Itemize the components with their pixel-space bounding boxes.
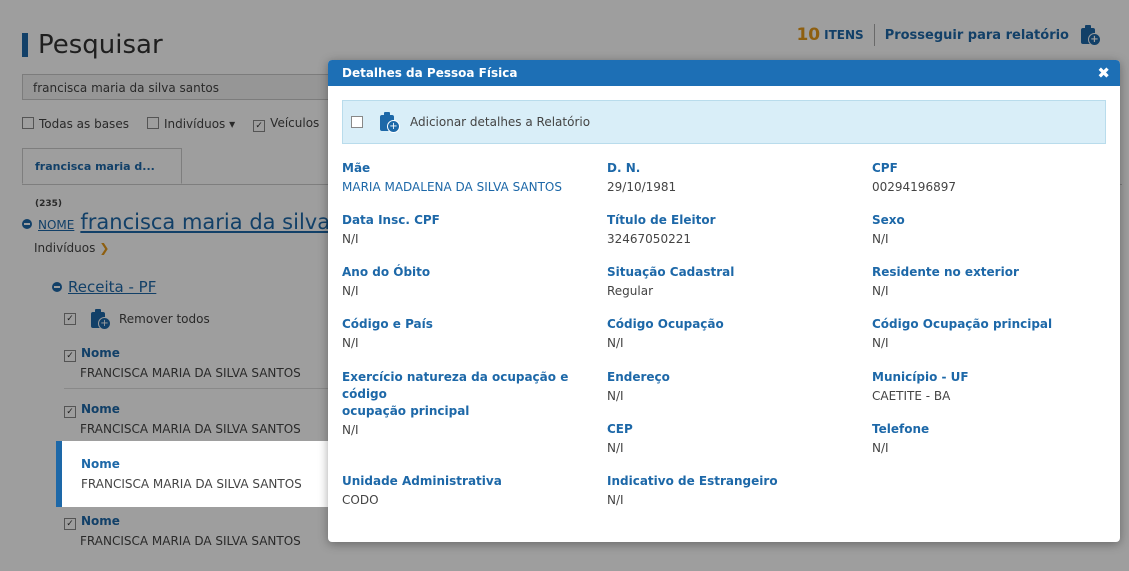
field-label-continued: ocupação principal (342, 404, 470, 418)
field-value: 29/10/1981 (607, 180, 677, 194)
field-sexo: Sexo N/I (872, 212, 905, 247)
field-label: Sexo (872, 213, 905, 227)
person-details-modal: Detalhes da Pessoa Física ✖ + Adicionar … (328, 60, 1120, 542)
checkbox-icon[interactable] (351, 116, 363, 128)
field-label: Telefone (872, 422, 930, 436)
field-codigo-ocupacao-principal: Código Ocupação principal N/I (872, 316, 1052, 351)
field-value: N/I (342, 232, 359, 246)
add-to-report-banner[interactable]: + Adicionar detalhes a Relatório (342, 100, 1106, 144)
field-value: N/I (607, 389, 624, 403)
field-label: Data Insc. CPF (342, 213, 440, 227)
field-value: N/I (872, 284, 889, 298)
field-value: N/I (342, 423, 359, 437)
field-value: N/I (872, 441, 889, 455)
field-ano-obito: Ano do Óbito N/I (342, 264, 430, 299)
field-label: Situação Cadastral (607, 265, 735, 279)
record-value: FRANCISCA MARIA DA SILVA SANTOS (81, 477, 302, 491)
field-value: Regular (607, 284, 654, 298)
field-telefone: Telefone N/I (872, 421, 929, 456)
field-value: N/I (872, 336, 889, 350)
field-label: D. N. (607, 161, 641, 175)
field-value-link[interactable]: MARIA MADALENA DA SILVA SANTOS (342, 180, 562, 195)
modal-header: Detalhes da Pessoa Física ✖ (328, 60, 1120, 86)
field-codigo-pais: Código e País N/I (342, 316, 433, 351)
field-label: Título de Eleitor (607, 213, 716, 227)
field-label: Endereço (607, 370, 670, 384)
field-label: Ano do Óbito (342, 265, 431, 279)
field-value: N/I (607, 493, 624, 507)
field-titulo-eleitor: Título de Eleitor 32467050221 (607, 212, 715, 247)
add-to-report-label: Adicionar detalhes a Relatório (410, 115, 591, 129)
field-value: N/I (342, 336, 359, 350)
field-value: N/I (607, 441, 624, 455)
field-label: Código Ocupação principal (872, 317, 1053, 331)
field-indicativo-estrangeiro: Indicativo de Estrangeiro N/I (607, 473, 778, 508)
close-icon[interactable]: ✖ (1097, 60, 1110, 86)
field-label: Residente no exterior (872, 265, 1019, 279)
field-cpf: CPF 00294196897 (872, 160, 956, 195)
field-value: N/I (872, 232, 889, 246)
field-unidade-administrativa: Unidade Administrativa CODO (342, 473, 502, 508)
field-municipio-uf: Município - UF CAETITE - BA (872, 369, 969, 404)
field-label: CPF (872, 161, 898, 175)
field-cep: CEP N/I (607, 421, 633, 456)
field-label: Mãe (342, 161, 371, 175)
field-situacao-cadastral: Situação Cadastral Regular (607, 264, 734, 299)
field-mae: Mãe MARIA MADALENA DA SILVA SANTOS (342, 160, 562, 195)
clipboard-add-icon[interactable]: + (378, 111, 400, 133)
field-label: Município - UF (872, 370, 969, 384)
field-label: Código e País (342, 317, 433, 331)
field-value: N/I (607, 336, 624, 350)
modal-title: Detalhes da Pessoa Física (342, 66, 518, 80)
selected-record[interactable]: Nome FRANCISCA MARIA DA SILVA SANTOS (56, 441, 362, 507)
field-value: N/I (342, 284, 359, 298)
field-residente-exterior: Residente no exterior N/I (872, 264, 1019, 299)
field-data-insc-cpf: Data Insc. CPF N/I (342, 212, 440, 247)
field-value: 00294196897 (872, 180, 956, 194)
field-label: Indicativo de Estrangeiro (607, 474, 778, 488)
field-label: Exercício natureza da ocupação e código (342, 370, 569, 401)
field-label: Código Ocupação (607, 317, 724, 331)
record-label: Nome (81, 457, 120, 471)
field-data-nascimento: D. N. 29/10/1981 (607, 160, 676, 195)
field-value: 32467050221 (607, 232, 691, 246)
field-value: CODO (342, 493, 379, 507)
field-endereco: Endereço N/I (607, 369, 670, 404)
field-exercicio: Exercício natureza da ocupação e código … (342, 369, 592, 438)
field-value: CAETITE - BA (872, 389, 951, 403)
field-label: CEP (607, 422, 633, 436)
field-codigo-ocupacao: Código Ocupação N/I (607, 316, 724, 351)
field-label: Unidade Administrativa (342, 474, 502, 488)
